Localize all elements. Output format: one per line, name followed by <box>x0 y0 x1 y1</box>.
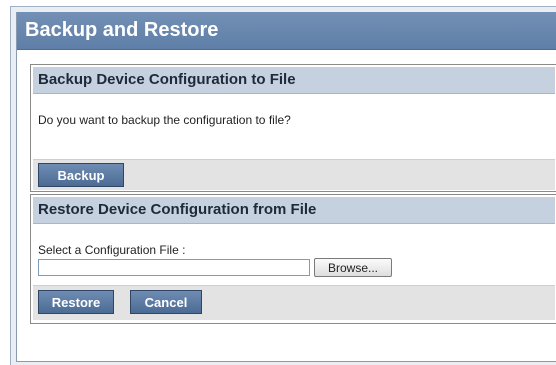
title-bar: Backup and Restore <box>17 12 556 50</box>
backup-prompt: Do you want to backup the configuration … <box>38 113 291 127</box>
backup-button[interactable]: Backup <box>38 163 124 187</box>
backup-button-bar: Backup <box>33 159 555 190</box>
config-file-input[interactable] <box>38 259 310 276</box>
browse-button[interactable]: Browse... <box>314 258 392 277</box>
restore-section-header: Restore Device Configuration from File <box>33 197 555 224</box>
restore-section-title: Restore Device Configuration from File <box>38 201 317 218</box>
backup-section-title: Backup Device Configuration to File <box>38 71 296 88</box>
cancel-button[interactable]: Cancel <box>130 290 202 314</box>
restore-button[interactable]: Restore <box>38 290 114 314</box>
backup-section-header: Backup Device Configuration to File <box>33 67 555 94</box>
page-title: Backup and Restore <box>25 19 219 41</box>
backup-restore-panel: Backup and Restore Backup Device Configu… <box>16 12 556 362</box>
select-file-label: Select a Configuration File : <box>38 243 186 257</box>
restore-section: Restore Device Configuration from File S… <box>30 194 556 324</box>
backup-section: Backup Device Configuration to File Do y… <box>30 64 556 192</box>
restore-button-bar: Restore Cancel <box>33 285 555 320</box>
